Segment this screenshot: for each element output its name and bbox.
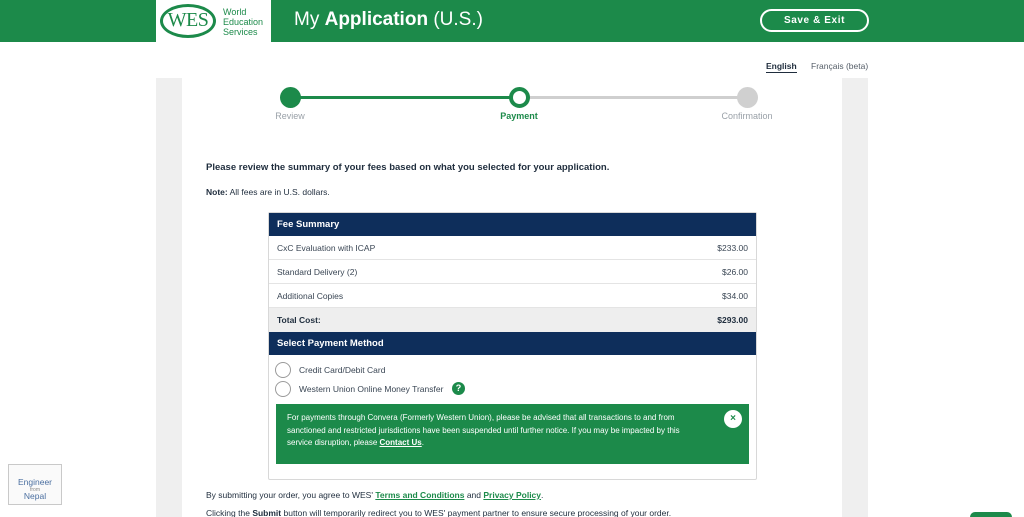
western-union-radio[interactable] — [275, 381, 291, 397]
step-review-dot — [280, 87, 301, 108]
right-gutter — [842, 78, 868, 517]
close-icon[interactable]: × — [724, 410, 742, 428]
fee-name: Additional Copies — [277, 291, 344, 301]
left-gutter — [156, 78, 182, 517]
payment-method-header: Select Payment Method — [269, 332, 756, 355]
alert-text: For payments through Convera (Formerly W… — [287, 413, 680, 448]
terms-link[interactable]: Terms and Conditions — [375, 490, 464, 500]
help-question-icon[interactable]: ? — [452, 382, 465, 395]
total-cost-label: Total Cost: — [277, 315, 321, 325]
fee-amount: $26.00 — [722, 267, 748, 277]
intro-text: Please review the summary of your fees b… — [206, 162, 610, 173]
step-payment-label: Payment — [500, 111, 538, 121]
stepper-progress-line — [290, 96, 519, 99]
app-header: WES World Education Services My Applicat… — [0, 0, 1024, 42]
terms-agreement: By submitting your order, you agree to W… — [206, 490, 544, 500]
fee-panel: Fee Summary CxC Evaluation with ICAP $23… — [268, 212, 757, 480]
page-title: My Application (U.S.) — [294, 9, 483, 30]
fee-summary-header: Fee Summary — [269, 213, 756, 236]
redirect-notice: Clicking the Submit button will temporar… — [206, 508, 672, 517]
wes-logo[interactable]: WES World Education Services — [156, 0, 271, 42]
chat-tab-button[interactable] — [970, 512, 1012, 517]
contact-us-link[interactable]: Contact Us — [380, 438, 422, 447]
credit-card-radio[interactable] — [275, 362, 291, 378]
fee-name: Standard Delivery (2) — [277, 267, 358, 277]
fee-row: CxC Evaluation with ICAP $233.00 — [269, 236, 756, 260]
stepper-remaining-line — [519, 96, 747, 99]
privacy-link[interactable]: Privacy Policy — [483, 490, 541, 500]
step-payment-dot — [509, 87, 530, 108]
language-english-link[interactable]: English — [766, 61, 797, 73]
total-cost-row: Total Cost: $293.00 — [269, 308, 756, 332]
sanctions-alert: For payments through Convera (Formerly W… — [276, 404, 749, 464]
step-confirmation-label: Confirmation — [721, 111, 773, 121]
language-french-link[interactable]: Français (beta) — [811, 61, 868, 71]
fee-row: Additional Copies $34.00 — [269, 284, 756, 308]
currency-note: Note: All fees are in U.S. dollars. — [206, 187, 330, 197]
logo-text: World Education Services — [223, 7, 264, 37]
fee-row: Standard Delivery (2) $26.00 — [269, 260, 756, 284]
western-union-label[interactable]: Western Union Online Money Transfer — [299, 384, 443, 394]
step-confirmation-dot — [737, 87, 758, 108]
logo-mark: WES — [167, 9, 209, 31]
step-review-label: Review — [275, 111, 305, 121]
fee-amount: $233.00 — [717, 243, 748, 253]
credit-card-label[interactable]: Credit Card/Debit Card — [299, 365, 385, 375]
watermark-logo: Engineer from Nepal — [8, 464, 62, 505]
fee-amount: $34.00 — [722, 291, 748, 301]
save-exit-button[interactable]: Save & Exit — [760, 9, 869, 32]
fee-name: CxC Evaluation with ICAP — [277, 243, 376, 253]
total-cost-amount: $293.00 — [717, 315, 748, 325]
